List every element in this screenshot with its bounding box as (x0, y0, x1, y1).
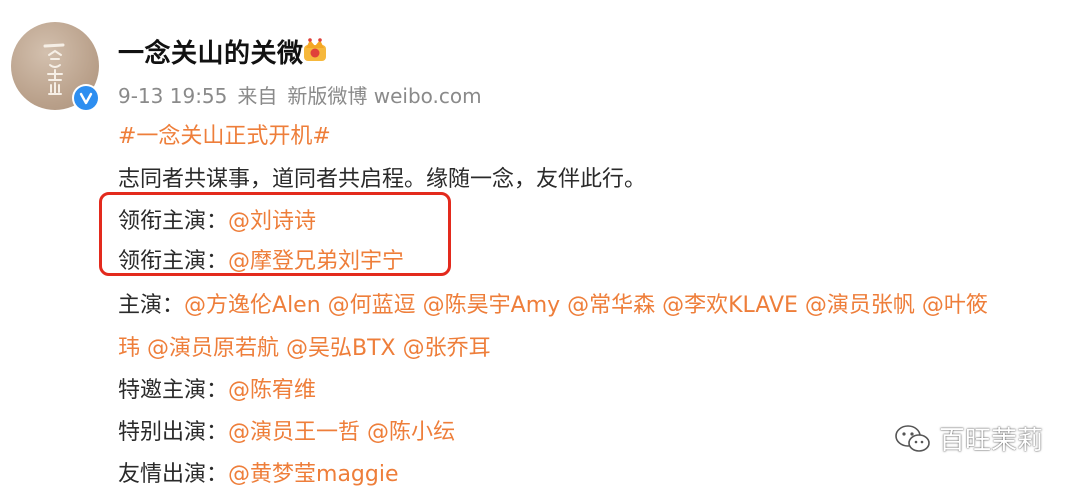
post-meta: 9-13 19:55 来自 新版微博 weibo.com (118, 80, 492, 109)
hashtag-link[interactable]: #一念关山正式开机# (118, 118, 331, 150)
special-appearance-row: 特别出演：@演员王一哲 @陈小纭 (118, 414, 455, 446)
special-guest-label: 特邀主演： (118, 378, 229, 403)
friendship-appearance-row: 友情出演：@黄梦莹maggie (118, 456, 399, 488)
special-guest-row: 特邀主演：@陈宥维 (118, 372, 316, 404)
mention-link[interactable]: @方逸伦Alen @何蓝逗 @陈昊宇Amy @常华森 @李欢KLAVE @演员张… (184, 293, 988, 318)
intro-text: 志同者共谋事，道同者共启程。缘随一念，友伴此行。 (118, 167, 647, 192)
crown-icon[interactable] (301, 36, 329, 64)
source-value[interactable]: 新版微博 weibo.com (287, 84, 481, 108)
highlight-box (99, 192, 451, 276)
source-label: 来自 (237, 84, 278, 108)
username[interactable]: 一念关山的关微 (118, 33, 304, 70)
friend-label: 友情出演： (118, 462, 229, 487)
mention-link[interactable]: @黄梦莹maggie (228, 462, 399, 487)
verified-v-icon (79, 92, 93, 105)
watermark: 百旺茉莉 (893, 420, 1043, 457)
main-cast-continuation[interactable]: 玮 @演员原若航 @吴弘BTX @张乔耳 (118, 330, 491, 362)
mention-link[interactable]: @演员王一哲 @陈小纭 (228, 420, 455, 445)
main-cast-label: 主演： (118, 293, 185, 318)
wechat-icon (895, 424, 930, 452)
verified-badge (72, 84, 100, 112)
watermark-text: 百旺茉莉 (939, 426, 1044, 456)
mention-link[interactable]: @陈宥维 (228, 378, 316, 403)
special-label: 特别出演： (118, 420, 229, 445)
main-cast-row: 主演：@方逸伦Alen @何蓝逗 @陈昊宇Amy @常华森 @李欢KLAVE @… (118, 287, 988, 319)
timestamp[interactable]: 9-13 19:55 (118, 84, 227, 108)
